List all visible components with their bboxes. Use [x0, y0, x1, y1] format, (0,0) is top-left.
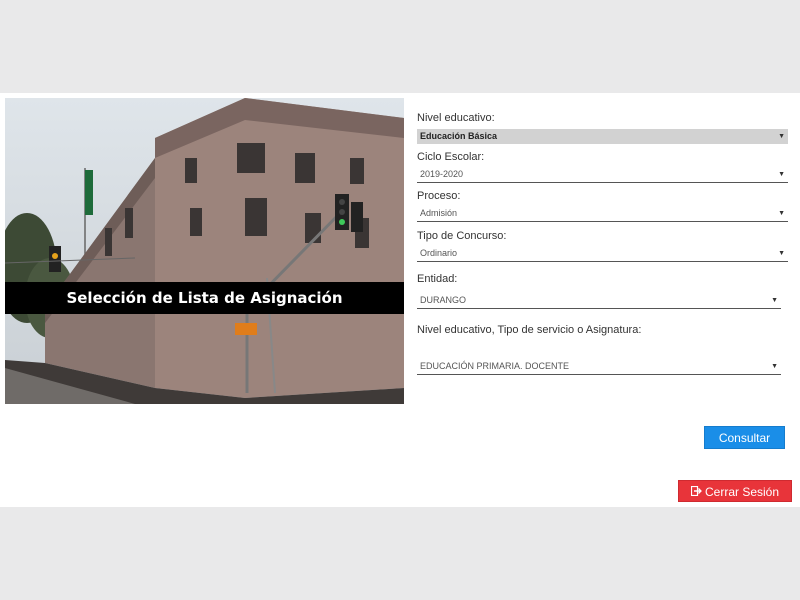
chevron-down-icon: ▼: [778, 210, 785, 217]
chevron-down-icon: ▼: [771, 363, 778, 370]
chevron-down-icon: ▼: [778, 250, 785, 257]
logout-label: Cerrar Sesión: [704, 485, 780, 499]
select-nivel-educativo[interactable]: Educación Básica ▼: [417, 129, 788, 144]
hero-image: Selección de Lista de Asignación: [5, 98, 404, 404]
hero-title: Selección de Lista de Asignación: [5, 282, 404, 314]
select-value: 2019-2020: [420, 169, 464, 179]
sign-out-icon: [690, 482, 702, 504]
logout-button[interactable]: Cerrar Sesión: [678, 480, 792, 502]
chevron-down-icon: ▼: [771, 297, 778, 304]
select-nivel-servicio-asignatura[interactable]: EDUCACIÓN PRIMARIA. DOCENTE ▼: [417, 359, 781, 375]
label-nivel-servicio-asignatura: Nivel educativo, Tipo de servicio o Asig…: [417, 324, 642, 336]
select-entidad[interactable]: DURANGO ▼: [417, 293, 781, 309]
select-value: Ordinario: [420, 248, 458, 258]
label-tipo-concurso: Tipo de Concurso:: [417, 230, 507, 242]
chevron-down-icon: ▼: [778, 133, 785, 140]
label-entidad: Entidad:: [417, 273, 458, 285]
main-panel: Selección de Lista de Asignación Nivel e…: [0, 93, 800, 507]
select-ciclo-escolar[interactable]: 2019-2020 ▼: [417, 167, 788, 183]
consult-button[interactable]: Consultar: [704, 426, 785, 449]
chevron-down-icon: ▼: [778, 171, 785, 178]
building-illustration: [5, 98, 404, 404]
select-value: EDUCACIÓN PRIMARIA. DOCENTE: [420, 361, 570, 371]
select-tipo-concurso[interactable]: Ordinario ▼: [417, 246, 788, 262]
select-value: Admisión: [420, 208, 458, 218]
select-value: DURANGO: [420, 295, 467, 305]
label-ciclo-escolar: Ciclo Escolar:: [417, 151, 485, 163]
label-nivel-educativo: Nivel educativo:: [417, 112, 495, 124]
label-proceso: Proceso:: [417, 190, 461, 202]
select-proceso[interactable]: Admisión ▼: [417, 206, 788, 222]
select-value: Educación Básica: [420, 131, 498, 141]
